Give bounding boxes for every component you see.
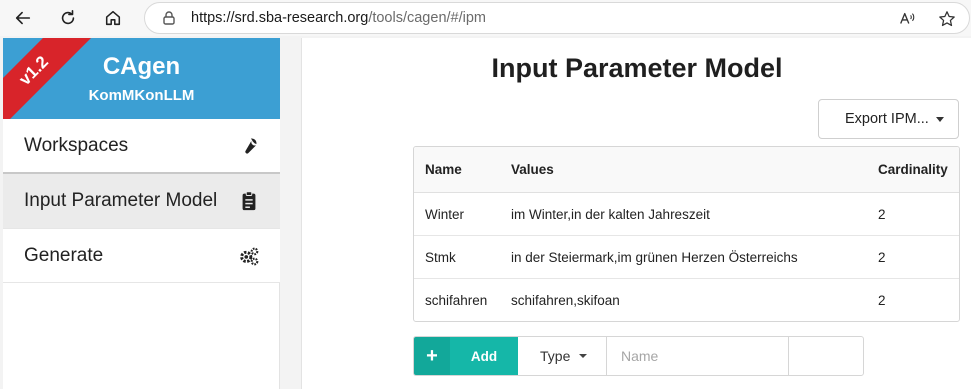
export-ipm-label: Export IPM... <box>845 111 929 127</box>
url-path: /tools/cagen/#/ipm <box>368 10 486 26</box>
column-header-values[interactable]: Values <box>511 162 554 177</box>
column-header-cardinality[interactable]: Cardinality <box>878 162 948 177</box>
export-ipm-dropdown[interactable]: Export IPM... <box>818 99 959 139</box>
parameter-values: im Winter,in der kalten Jahreszeit <box>511 207 710 222</box>
parameter-name: Winter <box>425 207 465 222</box>
add-button[interactable]: Add <box>450 337 518 375</box>
main-content: Input Parameter Model Export IPM... Name… <box>301 38 971 389</box>
favorite-star-icon[interactable] <box>937 9 957 29</box>
sidebar-item-label: Input Parameter Model <box>24 190 218 211</box>
caret-down-icon <box>936 117 944 122</box>
parameter-name: Stmk <box>425 250 456 265</box>
address-bar[interactable]: https://srd.sba-research.org/tools/cagen… <box>144 2 970 34</box>
table-header-row: Name Values Cardinality <box>414 147 959 193</box>
parameter-cardinality: 2 <box>878 250 886 265</box>
column-header-name[interactable]: Name <box>425 162 462 177</box>
back-arrow-icon[interactable] <box>8 3 38 33</box>
browser-toolbar: https://srd.sba-research.org/tools/cagen… <box>0 0 971 36</box>
brand-header[interactable]: v1.2 CAgen KomMKonLLM <box>3 38 280 119</box>
parameter-name-input[interactable] <box>607 337 789 375</box>
type-dropdown[interactable]: Type <box>518 337 607 375</box>
parameter-cardinality: 2 <box>878 207 886 222</box>
parameter-name: schifahren <box>425 293 488 308</box>
sidebar-item-workspaces[interactable]: Workspaces <box>3 119 280 173</box>
reload-icon[interactable] <box>53 3 83 33</box>
url-text: https://srd.sba-research.org/tools/cagen… <box>191 10 486 26</box>
app-title: CAgen <box>102 53 181 80</box>
workspace-name: KomMKonLLM <box>88 87 195 104</box>
parameter-values: schifahren,skifoan <box>511 293 620 308</box>
table-row[interactable]: Winter im Winter,in der kalten Jahreszei… <box>414 193 959 236</box>
sidebar-item-generate[interactable]: Generate <box>3 229 280 283</box>
wrench-icon <box>245 138 257 154</box>
sidebar-item-label: Workspaces <box>24 134 129 156</box>
table-row[interactable]: Stmk in der Steiermark,im grünen Herzen … <box>414 236 959 279</box>
gears-icon <box>240 247 259 265</box>
sidebar-item-input-parameter-model[interactable]: Input Parameter Model <box>3 172 280 229</box>
read-aloud-icon[interactable] <box>897 9 917 29</box>
plus-icon[interactable]: + <box>414 337 450 375</box>
sidebar: v1.2 CAgen KomMKonLLM Workspaces Input P… <box>3 38 280 389</box>
caret-down-icon <box>579 354 587 358</box>
parameter-values: in der Steiermark,im grünen Herzen Öster… <box>511 250 798 265</box>
page-title: Input Parameter Model <box>491 53 783 83</box>
type-dropdown-label: Type <box>540 348 571 364</box>
url-host: https://srd.sba-research.org <box>191 10 369 26</box>
sidebar-item-label: Generate <box>24 244 104 266</box>
table-row[interactable]: schifahren schifahren,skifoan 2 <box>414 279 959 321</box>
parameter-cardinality: 2 <box>878 293 886 308</box>
ipm-table: Name Values Cardinality Winter im Winter… <box>413 146 960 322</box>
add-parameter-bar: + Add Type <box>413 336 864 376</box>
lock-icon[interactable] <box>161 10 177 26</box>
home-icon[interactable] <box>98 3 128 33</box>
clipboard-icon <box>242 191 256 211</box>
